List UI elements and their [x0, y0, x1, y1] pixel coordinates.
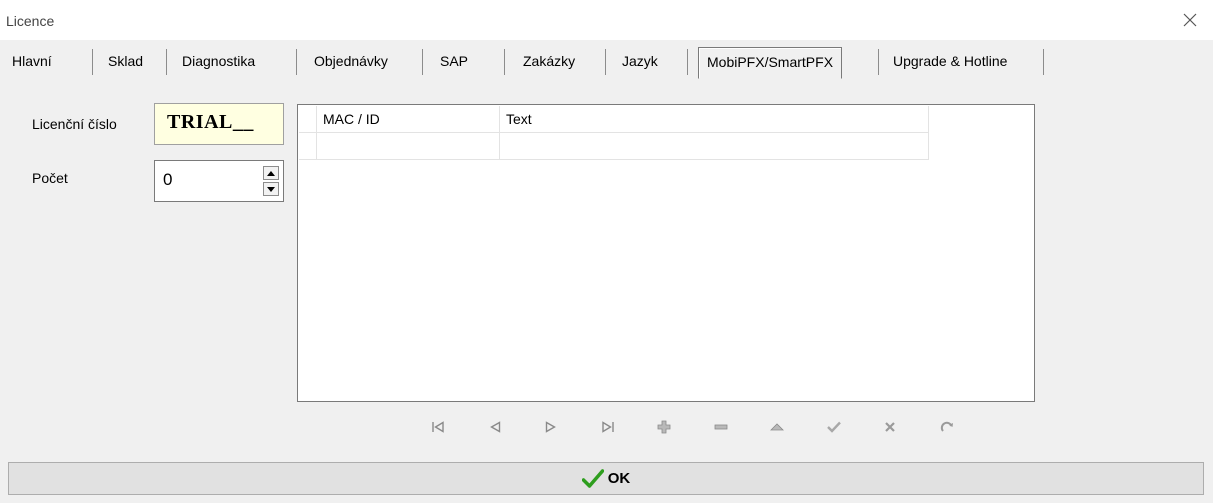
- arrow-down-icon: [267, 186, 275, 192]
- tab-separator: [166, 49, 167, 75]
- refresh-icon: [940, 421, 953, 432]
- licence-number-field[interactable]: TRIAL__: [154, 103, 284, 145]
- cancel-record-button[interactable]: [872, 412, 908, 442]
- tab-diagnostika[interactable]: Diagnostika: [182, 47, 255, 77]
- mac-id-grid[interactable]: MAC / ID Text: [297, 104, 1035, 402]
- tab-sap[interactable]: SAP: [440, 47, 468, 77]
- first-record-button[interactable]: [420, 412, 456, 442]
- table-row[interactable]: [299, 133, 931, 160]
- tab-separator: [605, 49, 606, 75]
- ok-button[interactable]: OK: [8, 462, 1204, 495]
- column-header-text[interactable]: Text: [500, 106, 929, 133]
- cancel-icon: [885, 422, 895, 432]
- tab-objednavky[interactable]: Objednávky: [314, 47, 388, 77]
- tab-separator: [296, 49, 297, 75]
- delete-icon: [714, 424, 728, 430]
- next-record-button[interactable]: [533, 412, 569, 442]
- post-icon: [827, 421, 841, 433]
- last-record-button[interactable]: [590, 412, 626, 442]
- count-spinner[interactable]: 0: [154, 160, 284, 202]
- row-indicator-header: [299, 106, 317, 133]
- insert-icon: [657, 420, 671, 434]
- edit-icon: [770, 423, 784, 431]
- check-icon: [581, 468, 604, 488]
- tab-separator: [878, 49, 879, 75]
- licence-window: Licence Hlavní Sklad Diagnostika Objedná…: [0, 0, 1213, 503]
- row-indicator[interactable]: [299, 133, 317, 160]
- prior-icon: [490, 421, 501, 433]
- count-value: 0: [163, 170, 173, 189]
- tab-upgrade-hotline[interactable]: Upgrade & Hotline: [893, 47, 1007, 77]
- tab-mobipfx-smartpfx[interactable]: MobiPFX/SmartPFX: [698, 47, 843, 79]
- prior-record-button[interactable]: [477, 412, 513, 442]
- first-icon: [432, 421, 444, 433]
- spin-down-button[interactable]: [263, 182, 279, 196]
- tab-hlavni[interactable]: Hlavní: [12, 47, 52, 77]
- count-label: Počet: [32, 170, 68, 186]
- tab-separator: [422, 49, 423, 75]
- tab-separator: [92, 49, 93, 75]
- cell-text[interactable]: [500, 133, 929, 160]
- tab-jazyk[interactable]: Jazyk: [622, 47, 658, 77]
- window-title: Licence: [6, 13, 55, 29]
- last-icon: [602, 421, 614, 433]
- cell-mac-id[interactable]: [317, 133, 500, 160]
- refresh-button[interactable]: [929, 412, 965, 442]
- ok-label: OK: [607, 470, 631, 487]
- post-record-button[interactable]: [816, 412, 852, 442]
- tab-sklad[interactable]: Sklad: [108, 47, 143, 77]
- title-bar: Licence: [0, 0, 1213, 40]
- tab-separator: [1043, 49, 1044, 75]
- delete-record-button[interactable]: [703, 412, 739, 442]
- edit-record-button[interactable]: [759, 412, 795, 442]
- tab-zakazky[interactable]: Zakázky: [523, 47, 575, 77]
- spin-up-button[interactable]: [263, 166, 279, 180]
- insert-record-button[interactable]: [646, 412, 682, 442]
- tab-separator: [687, 49, 688, 75]
- licence-number-label: Licenční číslo: [32, 116, 117, 132]
- arrow-up-icon: [267, 170, 275, 176]
- column-header-mac-id[interactable]: MAC / ID: [317, 106, 500, 133]
- close-button[interactable]: [1167, 0, 1213, 40]
- grid-header-row: MAC / ID Text: [299, 106, 931, 133]
- record-navigator: [420, 412, 1010, 442]
- close-icon: [1183, 13, 1197, 27]
- tab-separator: [504, 49, 505, 75]
- next-icon: [545, 421, 556, 433]
